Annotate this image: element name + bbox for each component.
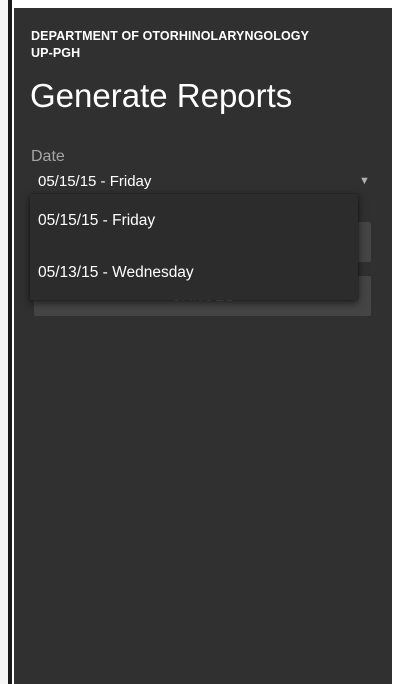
department-header: DEPARTMENT OF OTORHINOLARYNGOLOGY UP-PGH [31, 28, 309, 62]
page-title: Generate Reports [30, 77, 293, 114]
window-edge [0, 0, 8, 684]
date-spinner-value[interactable]: 05/15/15 - Friday [38, 172, 151, 192]
institution-name: UP-PGH [31, 46, 81, 60]
department-name: DEPARTMENT OF OTORHINOLARYNGOLOGY [31, 29, 310, 43]
date-label: Date [31, 148, 65, 165]
dropdown-option-wednesday[interactable]: 05/13/15 - Wednesday [38, 263, 194, 283]
dropdown-caret-icon[interactable]: ▼ [359, 174, 370, 188]
app-screen: DEPARTMENT OF OTORHINOLARYNGOLOGY UP-PGH… [14, 8, 392, 684]
window-border [8, 0, 12, 684]
date-dropdown-menu: 05/15/15 - Friday 05/13/15 - Wednesday [30, 194, 358, 300]
device-frame: DEPARTMENT OF OTORHINOLARYNGOLOGY UP-PGH… [0, 0, 394, 684]
dropdown-option-friday[interactable]: 05/15/15 - Friday [38, 211, 155, 231]
